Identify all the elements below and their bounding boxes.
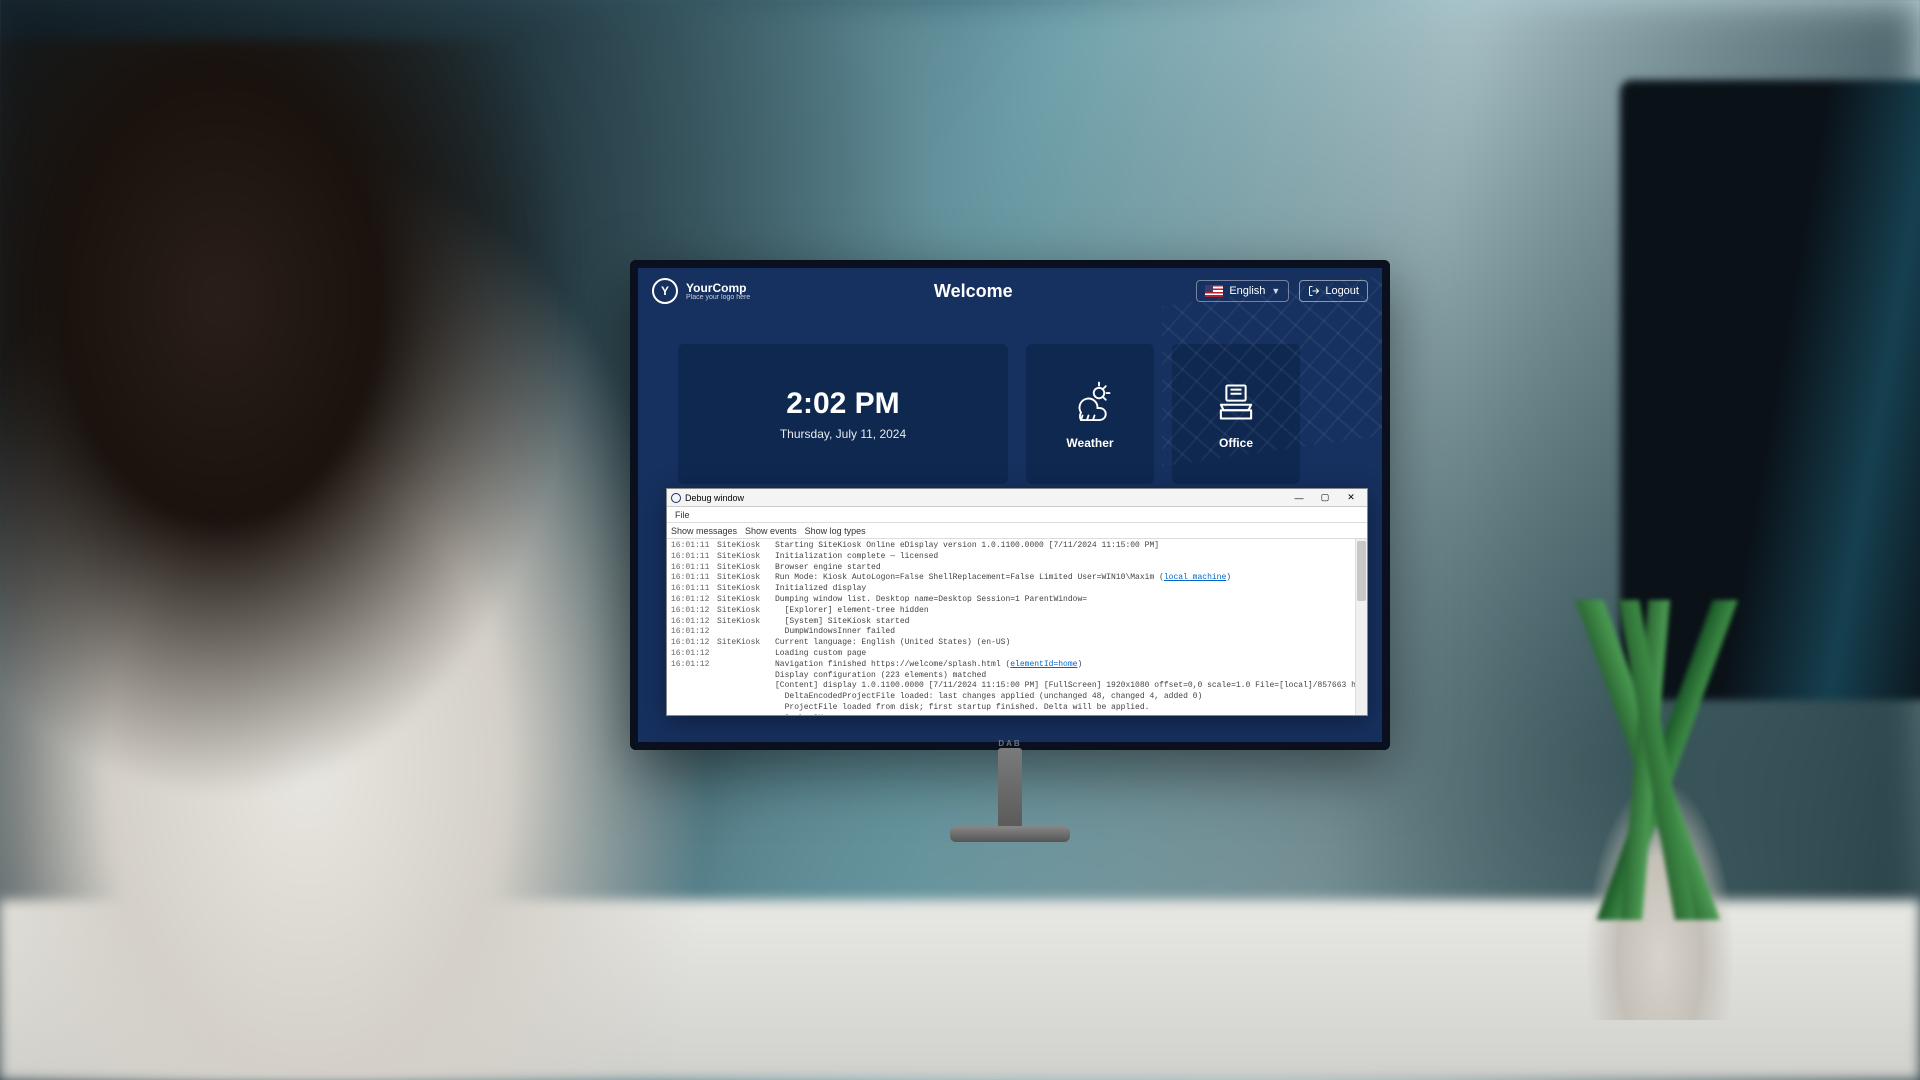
log-row: 16:01:11SiteKioskInitialized display — [671, 584, 1363, 595]
primary-monitor: Y YourComp Place your logo here Welcome … — [630, 260, 1390, 750]
minimize-button[interactable]: — — [1287, 491, 1311, 505]
log-row: ProjectFile loaded from disk; first star… — [671, 703, 1363, 714]
page-title: Welcome — [934, 281, 1013, 302]
tool-show-events[interactable]: Show events — [745, 526, 797, 536]
brand-name: YourComp — [686, 282, 750, 294]
logout-label: Logout — [1325, 285, 1359, 297]
top-bar: Y YourComp Place your logo here Welcome … — [638, 268, 1382, 314]
language-label: English — [1229, 285, 1265, 297]
clock-tile: 2:02 PM Thursday, July 11, 2024 — [678, 344, 1008, 484]
debug-title-text: Debug window — [685, 493, 744, 503]
debug-window[interactable]: Debug window — ▢ ✕ File Show messages Sh… — [666, 488, 1368, 716]
menu-file[interactable]: File — [671, 509, 694, 521]
weather-icon — [1066, 378, 1114, 426]
office-label: Office — [1219, 436, 1253, 450]
log-row: 16:01:12SiteKiosk [Explorer] element-tre… — [671, 606, 1363, 617]
debug-menubar[interactable]: File — [667, 507, 1367, 523]
weather-label: Weather — [1066, 436, 1113, 450]
office-tile[interactable]: Office — [1172, 344, 1300, 484]
debug-log-area[interactable]: 16:01:11SiteKioskStarting SiteKiosk Onli… — [667, 539, 1367, 715]
log-row: DeltaEncodedProjectFile loaded: last cha… — [671, 692, 1363, 703]
scrollbar-thumb[interactable] — [1357, 541, 1366, 601]
log-row: 16:01:12Loading custom page — [671, 649, 1363, 660]
dashboard-app: Y YourComp Place your logo here Welcome … — [638, 268, 1382, 742]
brand-tagline: Place your logo here — [686, 294, 750, 301]
brand-logo-icon: Y — [652, 278, 678, 304]
log-row: 16:01:11SiteKioskBrowser engine started — [671, 563, 1363, 574]
language-selector[interactable]: English ▼ — [1196, 280, 1289, 302]
log-row: 16:01:11SiteKioskStarting SiteKiosk Onli… — [671, 541, 1363, 552]
log-row: [Content] display 1.0.1100.0000 [7/11/20… — [671, 681, 1363, 692]
scrollbar[interactable] — [1355, 539, 1367, 715]
debug-toolbar[interactable]: Show messages Show events Show log types — [667, 523, 1367, 539]
debug-titlebar[interactable]: Debug window — ▢ ✕ — [667, 489, 1367, 507]
log-row: 16:01:11SiteKioskInitialization complete… — [671, 552, 1363, 563]
chevron-down-icon: ▼ — [1271, 286, 1280, 296]
clock-date: Thursday, July 11, 2024 — [780, 427, 906, 441]
flag-us-icon — [1205, 285, 1223, 297]
log-row: Display configuration (223 elements) mat… — [671, 671, 1363, 682]
app-icon — [671, 493, 681, 503]
tool-show-logtypes[interactable]: Show log types — [805, 526, 866, 536]
monitor-brand: DAB — [998, 739, 1021, 748]
log-link[interactable]: local machine — [1164, 573, 1226, 582]
tile-row: 2:02 PM Thursday, July 11, 2024 Weather — [638, 314, 1382, 484]
log-link[interactable]: elementId=home — [1010, 660, 1077, 669]
log-row: 16:01:12Navigation finished https://welc… — [671, 660, 1363, 671]
brand: Y YourComp Place your logo here — [652, 278, 750, 304]
maximize-button[interactable]: ▢ — [1313, 491, 1337, 505]
weather-tile[interactable]: Weather — [1026, 344, 1154, 484]
log-row: 16:01:11SiteKioskRun Mode: Kiosk AutoLog… — [671, 573, 1363, 584]
log-row: 16:01:12SiteKioskDumping window list. De… — [671, 595, 1363, 606]
log-row: 16:01:12SiteKiosk [System] SiteKiosk sta… — [671, 617, 1363, 628]
close-button[interactable]: ✕ — [1339, 491, 1363, 505]
log-row: Cache OK — [671, 714, 1363, 715]
clock-time: 2:02 PM — [786, 387, 899, 421]
tool-show-messages[interactable]: Show messages — [671, 526, 737, 536]
office-icon — [1212, 378, 1260, 426]
log-row: 16:01:12SiteKioskCurrent language: Engli… — [671, 638, 1363, 649]
logout-icon — [1308, 285, 1320, 297]
log-row: 16:01:12 DumpWindowsInner failed — [671, 627, 1363, 638]
logout-button[interactable]: Logout — [1299, 280, 1368, 302]
